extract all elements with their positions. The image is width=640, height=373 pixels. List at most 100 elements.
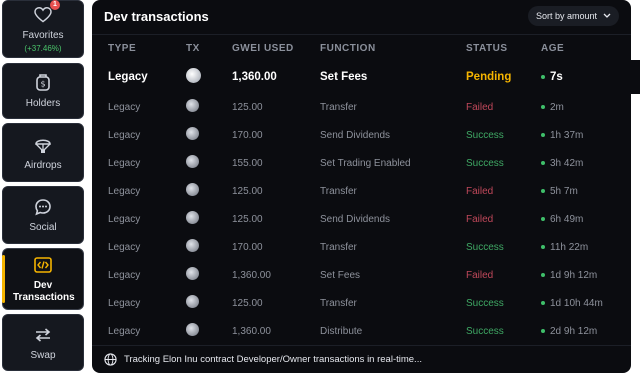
tx-explorer-icon[interactable]	[186, 323, 199, 336]
sidebar-item-label: Favorites	[22, 29, 64, 41]
sort-dropdown[interactable]: Sort by amount	[527, 6, 619, 26]
cell-type: Legacy	[108, 325, 141, 337]
sidebar-item-dev-transactions[interactable]: Dev Transactions	[2, 248, 84, 310]
tx-link-cell[interactable]	[186, 239, 232, 255]
svg-text:$: $	[40, 80, 45, 89]
cell-gwei: 125.00	[232, 297, 263, 309]
cell-gwei: 1,360.00	[232, 71, 277, 83]
panel-title: Dev transactions	[104, 9, 209, 24]
tx-explorer-icon[interactable]	[186, 239, 199, 252]
cell-age: 2m	[541, 102, 631, 113]
age-text: 5h 7m	[550, 185, 578, 197]
chevron-down-icon	[603, 13, 611, 18]
tx-explorer-icon[interactable]	[186, 295, 199, 308]
favorites-change: (+37.46%)	[24, 43, 62, 53]
cell-function: Send Dividends	[320, 213, 391, 225]
status-badge: Pending	[466, 71, 512, 83]
cell-function: Transfer	[320, 101, 357, 113]
status-badge: Failed	[466, 213, 494, 225]
tx-link-cell[interactable]	[186, 99, 232, 115]
cell-gwei: 170.00	[232, 129, 263, 141]
table-row[interactable]: Legacy 170.00 Transfer Success 11h 22m	[92, 233, 631, 261]
age-text: 11h 22m	[550, 241, 589, 253]
sidebar-item-favorites[interactable]: 1 Favorites (+37.46%)	[2, 0, 84, 58]
tx-explorer-icon[interactable]	[186, 183, 199, 196]
table-row[interactable]: Legacy 170.00 Send Dividends Success 1h 37m	[92, 121, 631, 149]
tx-explorer-icon[interactable]	[186, 99, 199, 112]
age-text: 7s	[550, 71, 563, 83]
chat-icon	[32, 196, 54, 218]
sort-label: Sort by amount	[535, 11, 597, 21]
table-row[interactable]: Legacy 1,360.00 Set Fees Failed 1d 9h 12m	[92, 261, 631, 289]
cell-type: Legacy	[108, 101, 141, 113]
sidebar-item-swap[interactable]: Swap	[2, 314, 84, 371]
cell-gwei: 125.00	[232, 101, 263, 113]
live-dot-icon	[541, 189, 545, 193]
tx-explorer-icon[interactable]	[186, 267, 199, 280]
status-badge: Success	[466, 157, 504, 169]
sidebar-item-label: Holders	[25, 98, 61, 109]
code-icon	[32, 254, 54, 276]
tx-link-cell[interactable]	[186, 267, 232, 283]
holders-icon: $	[32, 72, 54, 94]
tx-link-cell[interactable]	[186, 68, 232, 86]
table-body: Legacy 1,360.00 Set Fees Pending 7s Legacy 125…	[92, 61, 631, 345]
live-dot-icon	[541, 133, 545, 137]
sidebar-item-holders[interactable]: $ Holders	[2, 63, 84, 119]
cell-gwei: 170.00	[232, 241, 263, 253]
age-text: 2d 9h 12m	[550, 325, 598, 337]
table-row[interactable]: Legacy 125.00 Transfer Failed 2m	[92, 93, 631, 121]
table-header: TYPE TX GWEI USED FUNCTION STATUS AGE	[92, 35, 631, 61]
sidebar-item-social[interactable]: Social	[2, 186, 84, 244]
swap-icon	[32, 324, 54, 346]
cell-age: 2d 9h 12m	[541, 326, 631, 337]
column-header-status: STATUS	[466, 42, 508, 54]
panel-header: Dev transactions Sort by amount	[92, 0, 631, 34]
sidebar: 1 Favorites (+37.46%) $ Holders Airdrops…	[0, 0, 86, 373]
live-dot-icon	[541, 273, 545, 277]
cell-type: Legacy	[108, 185, 141, 197]
cell-gwei: 155.00	[232, 157, 263, 169]
tx-explorer-icon[interactable]	[186, 68, 201, 83]
globe-icon	[104, 353, 117, 366]
tx-link-cell[interactable]	[186, 183, 232, 199]
tx-explorer-icon[interactable]	[186, 211, 199, 224]
tx-explorer-icon[interactable]	[186, 127, 199, 140]
status-badge: Success	[466, 325, 504, 337]
age-text: 3h 42m	[550, 157, 584, 169]
table-row[interactable]: Legacy 125.00 Transfer Failed 5h 7m	[92, 177, 631, 205]
column-header-gwei: GWEI USED	[232, 42, 294, 54]
table-row[interactable]: Legacy 125.00 Transfer Success 1d 10h 44m	[92, 289, 631, 317]
transactions-table: TYPE TX GWEI USED FUNCTION STATUS AGE Le…	[92, 35, 631, 345]
sidebar-item-airdrops[interactable]: Airdrops	[2, 123, 84, 182]
cell-type: Legacy	[108, 269, 141, 281]
age-text: 6h 49m	[550, 213, 584, 225]
heart-icon: 1	[32, 0, 60, 26]
dev-transactions-panel: Dev transactions Sort by amount TYPE TX …	[92, 0, 631, 373]
table-row[interactable]: Legacy 155.00 Set Trading Enabled Success 3h…	[92, 149, 631, 177]
table-row[interactable]: Legacy 1,360.00 Distribute Success 2d 9h 12m	[92, 317, 631, 345]
tx-link-cell[interactable]	[186, 211, 232, 227]
cell-function: Set Fees	[320, 71, 368, 83]
tx-explorer-icon[interactable]	[186, 155, 199, 168]
column-header-age: AGE	[541, 42, 565, 54]
cell-function: Distribute	[320, 325, 363, 337]
column-header-tx: TX	[186, 42, 200, 54]
live-dot-icon	[541, 245, 545, 249]
cell-age: 1d 9h 12m	[541, 270, 631, 281]
tx-link-cell[interactable]	[186, 323, 232, 339]
table-row[interactable]: Legacy 125.00 Send Dividends Failed 6h 49m	[92, 205, 631, 233]
cell-type: Legacy	[108, 71, 148, 83]
live-dot-icon	[541, 329, 545, 333]
tx-link-cell[interactable]	[186, 295, 232, 311]
status-badge: Success	[466, 297, 504, 309]
tx-link-cell[interactable]	[186, 155, 232, 171]
cell-age: 1h 37m	[541, 130, 631, 141]
cell-function: Transfer	[320, 297, 357, 309]
tracking-text: Tracking Elon Inu contract Developer/Own…	[124, 354, 422, 365]
table-row[interactable]: Legacy 1,360.00 Set Fees Pending 7s	[92, 61, 631, 93]
cell-age: 3h 42m	[541, 158, 631, 169]
cell-gwei: 1,360.00	[232, 325, 271, 337]
tx-link-cell[interactable]	[186, 127, 232, 143]
status-badge: Failed	[466, 269, 494, 281]
